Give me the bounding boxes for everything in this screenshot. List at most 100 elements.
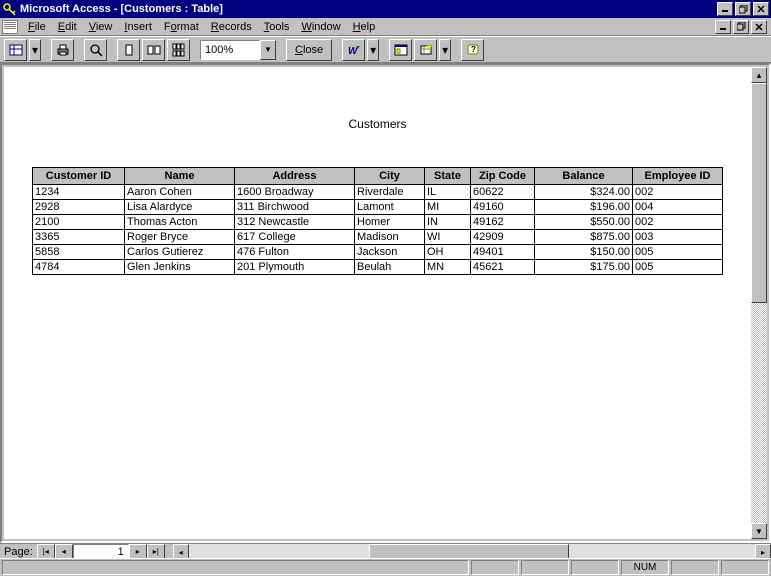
- table-cell: 4784: [33, 260, 125, 275]
- table-cell: 311 Birchwood: [235, 200, 355, 215]
- new-object-button[interactable]: [414, 39, 437, 61]
- close-button[interactable]: [753, 2, 769, 16]
- officelinks-dropdown[interactable]: ▾: [367, 39, 379, 61]
- table-cell: 312 Newcastle: [235, 215, 355, 230]
- status-pane-2: [521, 560, 569, 575]
- table-cell: Homer: [355, 215, 425, 230]
- one-page-button[interactable]: [117, 39, 140, 61]
- page-label: Page:: [0, 544, 37, 559]
- mdi-close-button[interactable]: [751, 20, 767, 34]
- multi-page-button[interactable]: [167, 39, 190, 61]
- status-main: [2, 560, 469, 575]
- table-row: 4784Glen Jenkins201 PlymouthBeulahMN4562…: [33, 260, 723, 275]
- table-cell: Roger Bryce: [125, 230, 235, 245]
- menu-format[interactable]: Format: [158, 19, 205, 35]
- table-cell: WI: [425, 230, 471, 245]
- prev-page-button[interactable]: ◂: [55, 544, 73, 559]
- report-title: Customers: [32, 117, 723, 131]
- menu-view[interactable]: View: [83, 19, 119, 35]
- new-object-dropdown[interactable]: ▾: [439, 39, 451, 61]
- vertical-scrollbar[interactable]: ▲ ▼: [751, 67, 767, 539]
- horizontal-scrollbar[interactable]: ◂ ▸: [173, 544, 771, 559]
- zoom-level-input[interactable]: 100%: [200, 40, 260, 60]
- toolbar: ▾ 100% ▼ Close W ▾ ▾ ?: [0, 36, 771, 63]
- table-cell: $324.00: [535, 185, 633, 200]
- table-cell: MI: [425, 200, 471, 215]
- last-page-button[interactable]: ▸|: [147, 544, 165, 559]
- table-cell: Aaron Cohen: [125, 185, 235, 200]
- menu-records[interactable]: Records: [205, 19, 258, 35]
- table-cell: $150.00: [535, 245, 633, 260]
- table-cell: 49162: [471, 215, 535, 230]
- view-dropdown-button[interactable]: ▾: [29, 39, 41, 61]
- table-row: 5858Carlos Gutierez476 FultonJacksonOH49…: [33, 245, 723, 260]
- design-view-button[interactable]: [4, 39, 27, 61]
- table-cell: 005: [633, 245, 723, 260]
- first-page-button[interactable]: |◂: [37, 544, 55, 559]
- hscroll-thumb[interactable]: [369, 544, 569, 559]
- print-button[interactable]: [51, 39, 74, 61]
- status-pane-1: [471, 560, 519, 575]
- scroll-up-button[interactable]: ▲: [751, 67, 767, 83]
- scroll-down-button[interactable]: ▼: [751, 523, 767, 539]
- table-cell: Thomas Acton: [125, 215, 235, 230]
- column-header: Name: [125, 168, 235, 185]
- next-page-button[interactable]: ▸: [129, 544, 147, 559]
- table-cell: 1600 Broadway: [235, 185, 355, 200]
- menu-help[interactable]: Help: [347, 19, 382, 35]
- menu-tools[interactable]: Tools: [258, 19, 296, 35]
- menu-window[interactable]: Window: [295, 19, 346, 35]
- table-cell: 004: [633, 200, 723, 215]
- table-cell: 3365: [33, 230, 125, 245]
- table-row: 3365Roger Bryce617 CollegeMadisonWI42909…: [33, 230, 723, 245]
- document-icon[interactable]: [2, 20, 18, 34]
- window-title: Microsoft Access - [Customers : Table]: [20, 3, 717, 15]
- column-header: City: [355, 168, 425, 185]
- table-cell: $875.00: [535, 230, 633, 245]
- two-page-button[interactable]: [142, 39, 165, 61]
- table-cell: Carlos Gutierez: [125, 245, 235, 260]
- restore-button[interactable]: [735, 2, 751, 16]
- workarea: Customers Customer IDNameAddressCityStat…: [0, 63, 771, 543]
- menu-insert[interactable]: Insert: [118, 19, 158, 35]
- status-pane-3: [571, 560, 619, 575]
- help-button[interactable]: ?: [461, 39, 484, 61]
- status-numlock: NUM: [621, 560, 669, 575]
- table-cell: 2928: [33, 200, 125, 215]
- menu-edit[interactable]: Edit: [52, 19, 83, 35]
- table-cell: IN: [425, 215, 471, 230]
- mdi-minimize-button[interactable]: [715, 20, 731, 34]
- column-header: Address: [235, 168, 355, 185]
- zoom-button[interactable]: [84, 39, 107, 61]
- mdi-restore-button[interactable]: [733, 20, 749, 34]
- menu-file[interactable]: File: [22, 19, 52, 35]
- svg-text:?: ?: [471, 45, 476, 54]
- table-cell: 5858: [33, 245, 125, 260]
- table-cell: 45621: [471, 260, 535, 275]
- officelinks-button[interactable]: W: [342, 39, 365, 61]
- table-cell: Beulah: [355, 260, 425, 275]
- table-cell: 003: [633, 230, 723, 245]
- close-preview-button[interactable]: Close: [286, 39, 332, 61]
- page-nav-bar: Page: |◂ ◂ 1 ▸ ▸| ◂ ▸: [0, 543, 771, 559]
- database-window-button[interactable]: [389, 39, 412, 61]
- zoom-dropdown-button[interactable]: ▼: [260, 40, 276, 60]
- titlebar: Microsoft Access - [Customers : Table]: [0, 0, 771, 18]
- table-row: 2100Thomas Acton312 NewcastleHomerIN4916…: [33, 215, 723, 230]
- column-header: Customer ID: [33, 168, 125, 185]
- customers-table: Customer IDNameAddressCityStateZip CodeB…: [32, 167, 723, 275]
- page-number-input[interactable]: 1: [73, 544, 129, 559]
- table-cell: 002: [633, 185, 723, 200]
- table-cell: Madison: [355, 230, 425, 245]
- table-cell: OH: [425, 245, 471, 260]
- table-cell: 1234: [33, 185, 125, 200]
- table-row: 2928Lisa Alardyce311 BirchwoodLamontMI49…: [33, 200, 723, 215]
- minimize-button[interactable]: [717, 2, 733, 16]
- scroll-thumb[interactable]: [751, 83, 767, 303]
- print-preview-page[interactable]: Customers Customer IDNameAddressCityStat…: [4, 67, 751, 539]
- app-key-icon: [2, 2, 16, 16]
- table-cell: 42909: [471, 230, 535, 245]
- table-cell: $175.00: [535, 260, 633, 275]
- table-cell: Lamont: [355, 200, 425, 215]
- table-cell: IL: [425, 185, 471, 200]
